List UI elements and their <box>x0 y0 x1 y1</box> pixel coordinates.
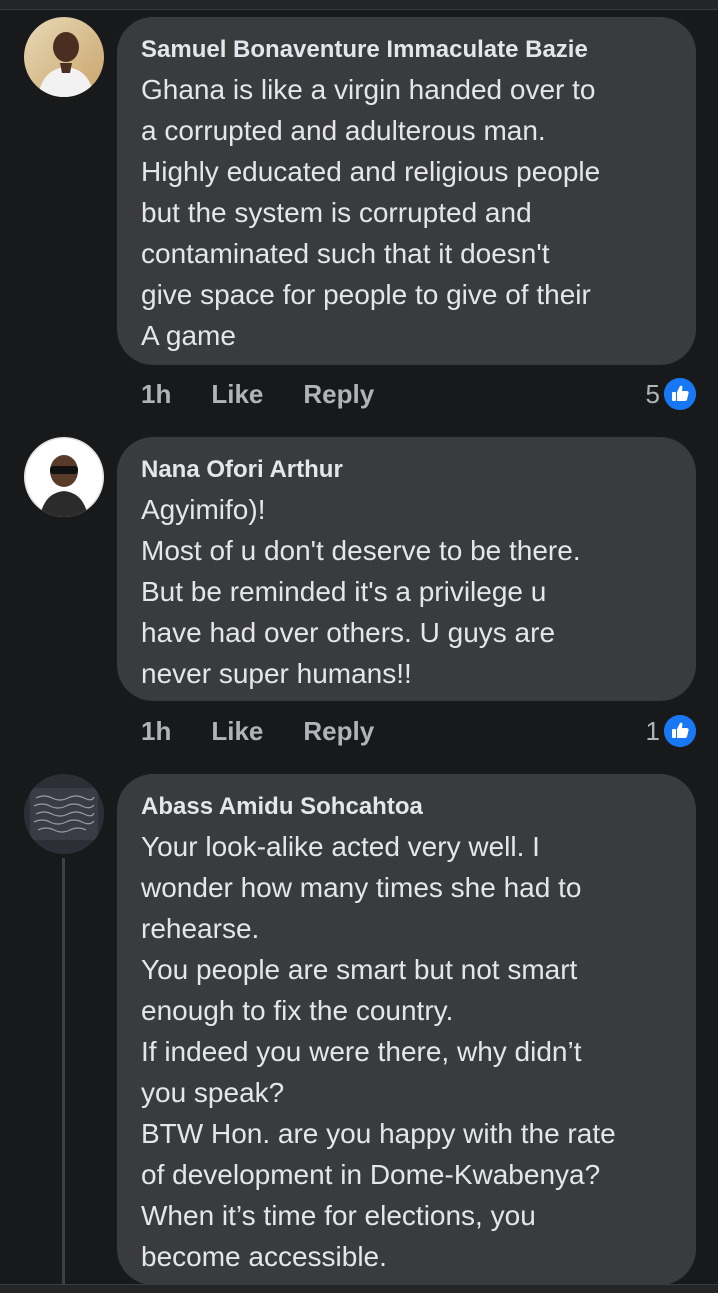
top-divider <box>0 0 718 10</box>
comment-actions: 1h Like Reply <box>141 376 374 412</box>
comment-line: Most of u don't deserve to be there. <box>141 535 581 566</box>
reaction-summary[interactable]: 5 <box>646 376 696 412</box>
comment-text: Ghana is like a virgin handed over to a … <box>141 69 672 356</box>
comment-line: never super humans!! <box>141 658 412 689</box>
thumbs-up-icon <box>664 378 696 410</box>
comment-text: Your look-alike acted very well. I wonde… <box>141 826 672 1277</box>
comment-timestamp[interactable]: 1h <box>141 716 171 747</box>
avatar[interactable] <box>24 437 104 517</box>
comment-line: you speak? <box>141 1077 285 1108</box>
comment-line: BTW Hon. are you happy with the rate <box>141 1118 616 1149</box>
comment-text: Agyimifo)! Most of u don't deserve to be… <box>141 489 672 694</box>
thumbs-up-icon <box>664 715 696 747</box>
reaction-count: 5 <box>645 378 660 409</box>
comment-line: A game <box>141 320 236 351</box>
comment-author[interactable]: Nana Ofori Arthur <box>141 455 672 485</box>
comment-line: give space for people to give of their <box>141 279 591 310</box>
comment-timestamp[interactable]: 1h <box>141 379 171 410</box>
like-button[interactable]: Like <box>211 716 263 747</box>
reply-button[interactable]: Reply <box>303 379 374 410</box>
comment-bubble: Abass Amidu Sohcahtoa Your look-alike ac… <box>117 774 696 1285</box>
comment-line: Ghana is like a virgin handed over to <box>141 74 596 105</box>
reply-button[interactable]: Reply <box>303 716 374 747</box>
comment-line: When it’s time for elections, you <box>141 1200 536 1231</box>
comment-line: If indeed you were there, why didn’t <box>141 1036 582 1067</box>
comment-line: have had over others. U guys are <box>141 617 556 648</box>
comment-bubble: Nana Ofori Arthur Agyimifo)! Most of u d… <box>117 437 696 701</box>
comment-line: wonder how many times she had to <box>141 872 582 903</box>
reply-thread-line <box>62 858 65 1293</box>
comment-line: You people are smart but not smart <box>141 954 578 985</box>
bottom-divider <box>0 1284 718 1293</box>
comment-line: become accessible. <box>141 1241 387 1272</box>
comment-author[interactable]: Samuel Bonaventure Immaculate Bazie <box>141 35 672 65</box>
comment-bubble: Samuel Bonaventure Immaculate Bazie Ghan… <box>117 17 696 365</box>
comment-line: Highly educated and religious people <box>141 156 601 187</box>
comment-line: Agyimifo)! <box>141 494 266 525</box>
avatar[interactable] <box>24 17 104 97</box>
comment-line: of development in Dome-Kwabenya? <box>141 1159 601 1190</box>
comment-line: But be reminded it's a privilege u <box>141 576 547 607</box>
comment-line: a corrupted and adulterous man. <box>141 115 546 146</box>
comment-line: rehearse. <box>141 913 260 944</box>
comment-author[interactable]: Abass Amidu Sohcahtoa <box>141 792 672 822</box>
avatar[interactable] <box>24 774 104 854</box>
reaction-summary[interactable]: 1 <box>646 713 696 749</box>
comment-line: enough to fix the country. <box>141 995 454 1026</box>
like-button[interactable]: Like <box>211 379 263 410</box>
comment-line: Your look-alike acted very well. I <box>141 831 540 862</box>
comment-line: but the system is corrupted and <box>141 197 532 228</box>
comment-line: contaminated such that it doesn't <box>141 238 550 269</box>
reaction-count: 1 <box>645 715 660 746</box>
comment-actions: 1h Like Reply <box>141 713 374 749</box>
